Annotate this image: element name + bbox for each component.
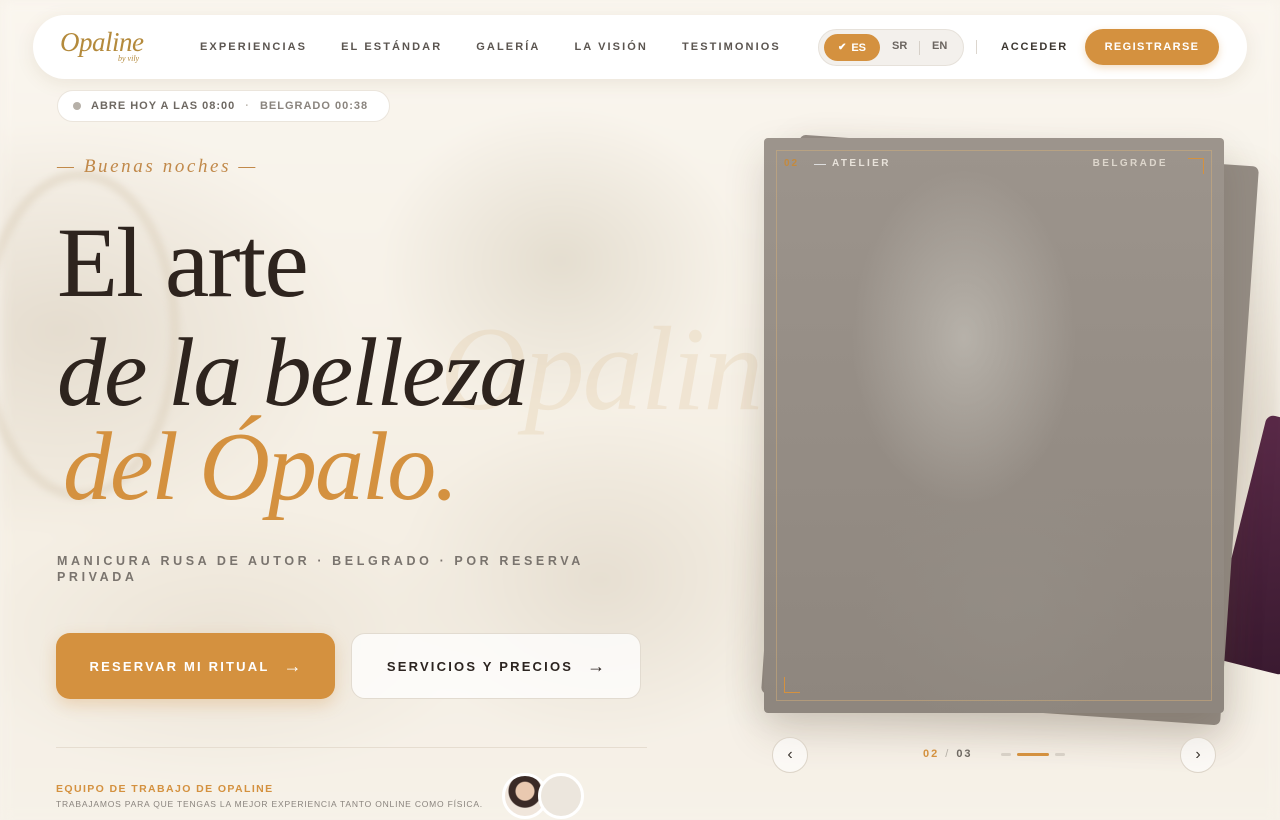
team-subtitle: TRABAJAMOS PARA QUE TENGAS LA MEJOR EXPE… — [56, 799, 483, 809]
slide-counter-divider: / — [945, 748, 951, 760]
nav-link-experiencias[interactable]: EXPERIENCIAS — [200, 41, 307, 53]
login-link[interactable]: ACCEDER — [1001, 41, 1068, 53]
slide-total: 03 — [956, 748, 973, 760]
slide-label-line — [814, 164, 826, 165]
register-button[interactable]: REGISTRARSE — [1085, 29, 1219, 65]
nav-link-testimonios[interactable]: TESTIMONIOS — [682, 41, 781, 53]
logo-subtext: by vily — [118, 54, 140, 63]
slide-number: 02 — [784, 158, 800, 169]
lang-es-label: ES — [851, 41, 867, 54]
slide-indicator[interactable] — [1001, 753, 1011, 756]
chevron-right-icon: › — [1195, 746, 1201, 763]
nav-link-galeria[interactable]: GALERÍA — [476, 41, 540, 53]
lang-es-button[interactable]: ✔ ES — [824, 34, 880, 61]
chevron-left-icon: ‹ — [787, 746, 793, 763]
book-ritual-button[interactable]: RESERVAR MI RITUAL → — [56, 633, 335, 699]
book-ritual-label: RESERVAR MI RITUAL — [89, 658, 270, 674]
team-title: EQUIPO DE TRABAJO DE OPALINE — [56, 783, 274, 795]
services-prices-label: SERVICIOS Y PRECIOS — [386, 658, 574, 674]
hero-tagline: MANICURA RUSA DE AUTOR · BELGRADO · POR … — [57, 554, 584, 584]
slide-city: BELGRADE — [1092, 158, 1168, 169]
slide-counter: 02 / 03 — [923, 748, 973, 760]
nav-links: EXPERIENCIAS EL ESTÁNDAR GALERÍA LA VISI… — [200, 41, 815, 53]
slide-indicators — [1001, 753, 1071, 756]
corner-ornament-icon — [784, 677, 800, 693]
greeting: — Buenas noches — — [57, 156, 258, 177]
lang-sr-button[interactable]: SR — [892, 40, 907, 52]
corner-ornament-icon — [1188, 158, 1204, 174]
nav-link-la-vision[interactable]: LA VISIÓN — [574, 41, 648, 53]
nav-divider — [976, 40, 977, 54]
navbar: Opaline by vily EXPERIENCIAS EL ESTÁNDAR… — [33, 15, 1247, 79]
check-icon: ✔ — [837, 42, 847, 53]
status-dot-icon — [73, 102, 81, 110]
logo[interactable]: Opaline by vily — [60, 27, 144, 63]
divider — [56, 747, 647, 748]
city-time: BELGRADO 00:38 — [259, 100, 369, 112]
services-prices-button[interactable]: SERVICIOS Y PRECIOS → — [351, 633, 641, 699]
arrow-right-icon: → — [587, 655, 606, 676]
slide-current: 02 — [923, 748, 940, 760]
lang-divider — [919, 41, 920, 55]
logo-text: Opaline — [60, 27, 144, 57]
slide-indicator-active[interactable] — [1017, 753, 1049, 756]
avatar[interactable] — [538, 773, 584, 819]
arrow-right-icon: → — [283, 655, 302, 676]
slide-indicator[interactable] — [1055, 753, 1065, 756]
lang-en-button[interactable]: EN — [932, 40, 947, 52]
slide-label: ATELIER — [832, 158, 891, 169]
nav-link-el-estandar[interactable]: EL ESTÁNDAR — [341, 41, 442, 53]
gallery-card[interactable]: 02 ATELIER BELGRADE — [764, 138, 1224, 713]
card-frame — [776, 150, 1212, 701]
language-switcher: ✔ ES SR EN — [818, 29, 964, 66]
hero-title-line-1: El arte — [57, 207, 309, 318]
prev-slide-button[interactable]: ‹ — [772, 737, 808, 773]
next-slide-button[interactable]: › — [1180, 737, 1216, 773]
hero-title-line-3: del Ópalo. — [63, 413, 459, 521]
opening-time: ABRE HOY A LAS 08:00 — [91, 100, 236, 112]
status-separator: · — [245, 100, 250, 112]
opening-status: ABRE HOY A LAS 08:00 · BELGRADO 00:38 — [57, 90, 390, 122]
